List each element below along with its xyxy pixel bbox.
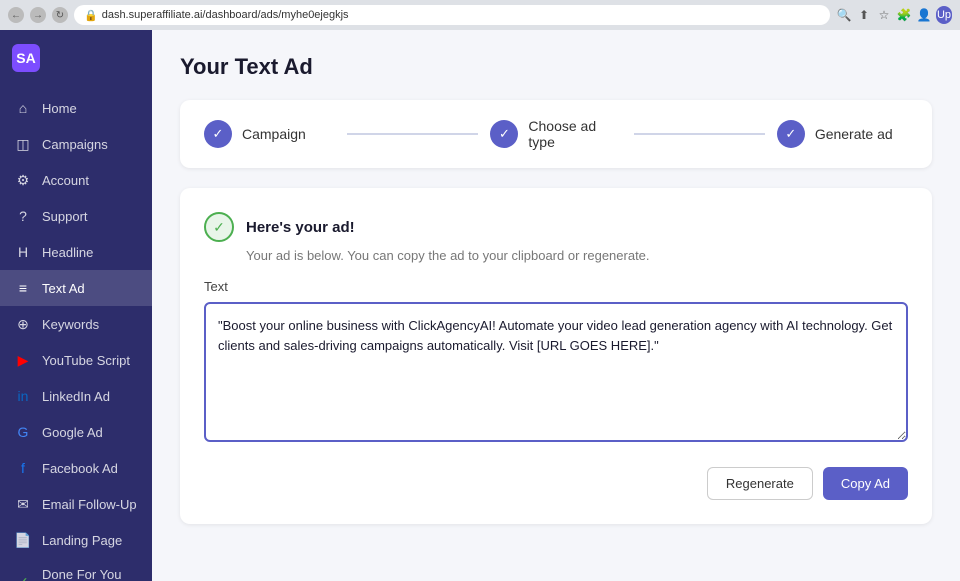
sidebar-item-support[interactable]: ? Support xyxy=(0,198,152,234)
account-icon[interactable]: 👤 xyxy=(916,7,932,23)
upgrade-button[interactable]: Up xyxy=(936,6,952,24)
regenerate-button[interactable]: Regenerate xyxy=(707,467,813,500)
sidebar: SA ⌂ Home ◫ Campaigns ⚙ Account? Support H Headl… xyxy=(0,30,152,581)
browser-chrome: ← → ↻ 🔒 dash.superaffiliate.ai/dashboard… xyxy=(0,0,960,30)
sidebar-label-textad: Text Ad xyxy=(42,281,85,296)
sidebar-label-keywords: Keywords xyxy=(42,317,99,332)
extension-icon[interactable]: 🧩 xyxy=(896,7,912,23)
sidebar-label-landing: Landing Page xyxy=(42,533,122,548)
sidebar-item-facebook[interactable]: f Facebook Ad xyxy=(0,450,152,486)
steps-bar: ✓ Campaign ✓ Choose ad type ✓ Generate a… xyxy=(180,100,932,168)
google-icon: G xyxy=(14,423,32,441)
sidebar-item-home[interactable]: ⌂ Home xyxy=(0,90,152,126)
account-icon: ⚙ xyxy=(14,171,32,189)
home-icon: ⌂ xyxy=(14,99,32,117)
page-title: Your Text Ad xyxy=(180,54,932,80)
step-circle-generate: ✓ xyxy=(777,120,805,148)
sidebar-label-headline: Headline xyxy=(42,245,93,260)
refresh-button[interactable]: ↻ xyxy=(52,7,68,23)
field-label: Text xyxy=(204,279,908,294)
result-header: ✓ Here's your ad! xyxy=(204,212,908,242)
ad-text-input[interactable] xyxy=(204,302,908,442)
sidebar-item-textad[interactable]: ≡ Text Ad xyxy=(0,270,152,306)
step-label-generate: Generate ad xyxy=(815,126,893,142)
sidebar-item-email[interactable]: ✉ Email Follow-Up xyxy=(0,486,152,522)
youtube-icon: ▶ xyxy=(14,351,32,369)
search-icon[interactable]: 🔍 xyxy=(836,7,852,23)
app-container: SA ⌂ Home ◫ Campaigns ⚙ Account? Support H Headl… xyxy=(0,30,960,581)
sidebar-label-email: Email Follow-Up xyxy=(42,497,137,512)
sidebar-logo: SA xyxy=(0,30,152,86)
keywords-icon: ⊕ xyxy=(14,315,32,333)
forward-button[interactable]: → xyxy=(30,7,46,23)
headline-icon: H xyxy=(14,243,32,261)
copy-ad-button[interactable]: Copy Ad xyxy=(823,467,908,500)
main-content: Your Text Ad ✓ Campaign ✓ Choose ad type… xyxy=(152,30,960,581)
step-circle-choose: ✓ xyxy=(490,120,518,148)
sidebar-item-done[interactable]: ✓ Done For You Niches xyxy=(0,558,152,581)
result-subtitle: Your ad is below. You can copy the ad to… xyxy=(246,248,908,263)
facebook-icon: f xyxy=(14,459,32,477)
sidebar-item-google[interactable]: G Google Ad xyxy=(0,414,152,450)
support-icon: ? xyxy=(14,207,32,225)
step-connector-1 xyxy=(347,133,478,135)
sidebar-label-youtube: YouTube Script xyxy=(42,353,130,368)
url-text: dash.superaffiliate.ai/dashboard/ads/myh… xyxy=(102,9,349,21)
sidebar-label-linkedin: LinkedIn Ad xyxy=(42,389,110,404)
sidebar-label-facebook: Facebook Ad xyxy=(42,461,118,476)
step-generate: ✓ Generate ad xyxy=(777,120,908,148)
done-icon: ✓ xyxy=(14,573,32,581)
sidebar-label-campaigns: Campaigns xyxy=(42,137,108,152)
step-connector-2 xyxy=(634,133,765,135)
step-label-choose: Choose ad type xyxy=(528,118,621,150)
back-button[interactable]: ← xyxy=(8,7,24,23)
textad-icon: ≡ xyxy=(14,279,32,297)
success-icon: ✓ xyxy=(204,212,234,242)
email-icon: ✉ xyxy=(14,495,32,513)
step-choose: ✓ Choose ad type xyxy=(490,118,621,150)
sidebar-item-campaigns[interactable]: ◫ Campaigns xyxy=(0,126,152,162)
sidebar-item-linkedin[interactable]: in LinkedIn Ad xyxy=(0,378,152,414)
linkedin-icon: in xyxy=(14,387,32,405)
step-circle-campaign: ✓ xyxy=(204,120,232,148)
sidebar-label-home: Home xyxy=(42,101,77,116)
landing-icon: 📄 xyxy=(14,531,32,549)
campaigns-icon: ◫ xyxy=(14,135,32,153)
sidebar-item-keywords[interactable]: ⊕ Keywords xyxy=(0,306,152,342)
sidebar-nav: ⌂ Home ◫ Campaigns ⚙ Account? Support H Headline… xyxy=(0,86,152,581)
sidebar-item-landing[interactable]: 📄 Landing Page xyxy=(0,522,152,558)
browser-actions: 🔍 ⬆ ☆ 🧩 👤 Up xyxy=(836,6,952,24)
url-bar[interactable]: 🔒 dash.superaffiliate.ai/dashboard/ads/m… xyxy=(74,5,830,25)
star-icon[interactable]: ☆ xyxy=(876,7,892,23)
step-label-campaign: Campaign xyxy=(242,126,306,142)
sidebar-item-headline[interactable]: H Headline xyxy=(0,234,152,270)
step-campaign: ✓ Campaign xyxy=(204,120,335,148)
sidebar-label-done: Done For You Niches xyxy=(42,567,138,581)
sidebar-item-youtube[interactable]: ▶ YouTube Script xyxy=(0,342,152,378)
result-title: Here's your ad! xyxy=(246,219,355,236)
result-actions: Regenerate Copy Ad xyxy=(204,467,908,500)
result-card: ✓ Here's your ad! Your ad is below. You … xyxy=(180,188,932,524)
sidebar-item-account[interactable]: ⚙ Account xyxy=(0,162,152,198)
sidebar-label-support: Support xyxy=(42,209,88,224)
upload-icon[interactable]: ⬆ xyxy=(856,7,872,23)
logo-icon: SA xyxy=(12,44,40,72)
lock-icon: 🔒 xyxy=(84,9,98,22)
sidebar-label-google: Google Ad xyxy=(42,425,103,440)
text-field-container: Text xyxy=(204,279,908,447)
sidebar-label-account: Account xyxy=(42,173,89,188)
